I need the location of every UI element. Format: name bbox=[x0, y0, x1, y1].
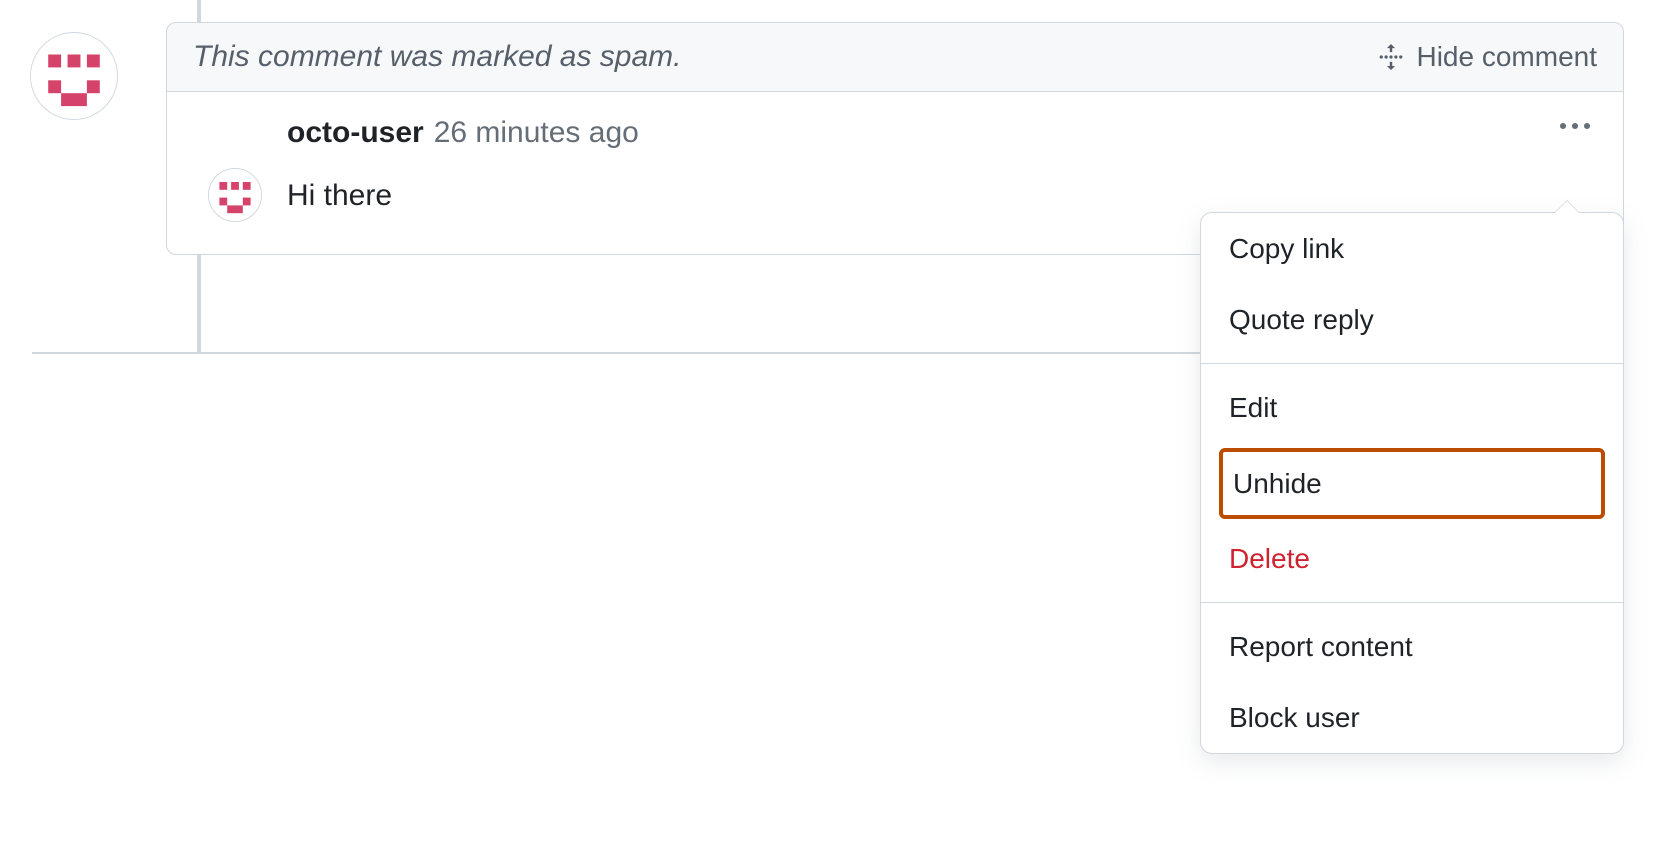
menu-divider bbox=[1201, 602, 1623, 603]
menu-block-user[interactable]: Block user bbox=[1201, 682, 1623, 753]
comment-actions-menu: Copy link Quote reply Edit Unhide Delete… bbox=[1200, 212, 1624, 754]
identicon-icon bbox=[31, 33, 117, 119]
avatar[interactable] bbox=[30, 32, 118, 120]
avatar-inline[interactable] bbox=[208, 168, 262, 222]
menu-unhide[interactable]: Unhide bbox=[1223, 452, 1601, 515]
menu-quote-reply[interactable]: Quote reply bbox=[1201, 284, 1623, 355]
author-name[interactable]: octo-user bbox=[287, 110, 424, 155]
menu-copy-link[interactable]: Copy link bbox=[1201, 213, 1623, 284]
identicon-icon bbox=[209, 169, 261, 221]
menu-report-content[interactable]: Report content bbox=[1201, 611, 1623, 682]
hide-comment-label: Hide comment bbox=[1416, 41, 1597, 73]
comment-actions-button[interactable] bbox=[1551, 110, 1599, 142]
menu-edit[interactable]: Edit bbox=[1201, 372, 1623, 443]
menu-delete[interactable]: Delete bbox=[1201, 523, 1623, 594]
hide-comment-button[interactable]: Hide comment bbox=[1370, 37, 1597, 77]
kebab-icon bbox=[1559, 122, 1591, 130]
menu-unhide-highlight: Unhide bbox=[1219, 448, 1605, 519]
menu-divider bbox=[1201, 363, 1623, 364]
fold-icon bbox=[1378, 44, 1404, 70]
spam-status-text: This comment was marked as spam. bbox=[193, 40, 681, 74]
comment-header: This comment was marked as spam. Hide co… bbox=[167, 23, 1623, 92]
comment-timestamp[interactable]: 26 minutes ago bbox=[434, 110, 639, 155]
author-line: octo-user 26 minutes ago bbox=[287, 110, 1593, 155]
